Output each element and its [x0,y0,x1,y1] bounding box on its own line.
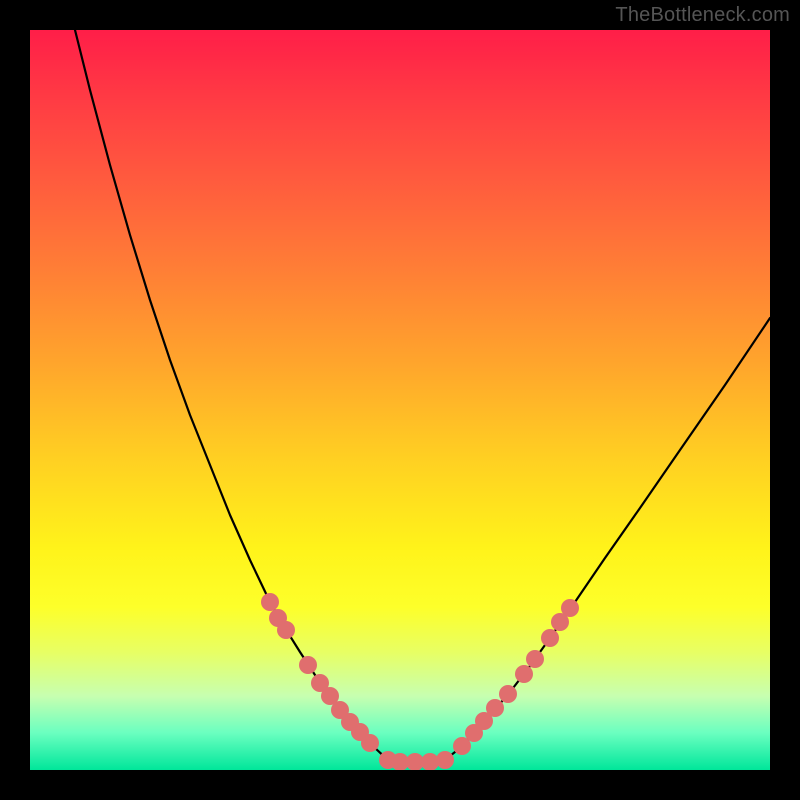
curve-marker [299,656,317,674]
curve-marker [436,751,454,769]
chart-svg [30,30,770,770]
curve-marker [499,685,517,703]
curve-marker [526,650,544,668]
curve-marker [277,621,295,639]
plot-area [30,30,770,770]
curve-marker [541,629,559,647]
curve-marker [361,734,379,752]
watermark-text: TheBottleneck.com [615,4,790,27]
curve-marker [515,665,533,683]
chart-frame: TheBottleneck.com [0,0,800,800]
curve-marker [486,699,504,717]
curve-marker [261,593,279,611]
curve-marker [561,599,579,617]
curve-markers [261,593,579,770]
bottleneck-curve [75,30,770,762]
